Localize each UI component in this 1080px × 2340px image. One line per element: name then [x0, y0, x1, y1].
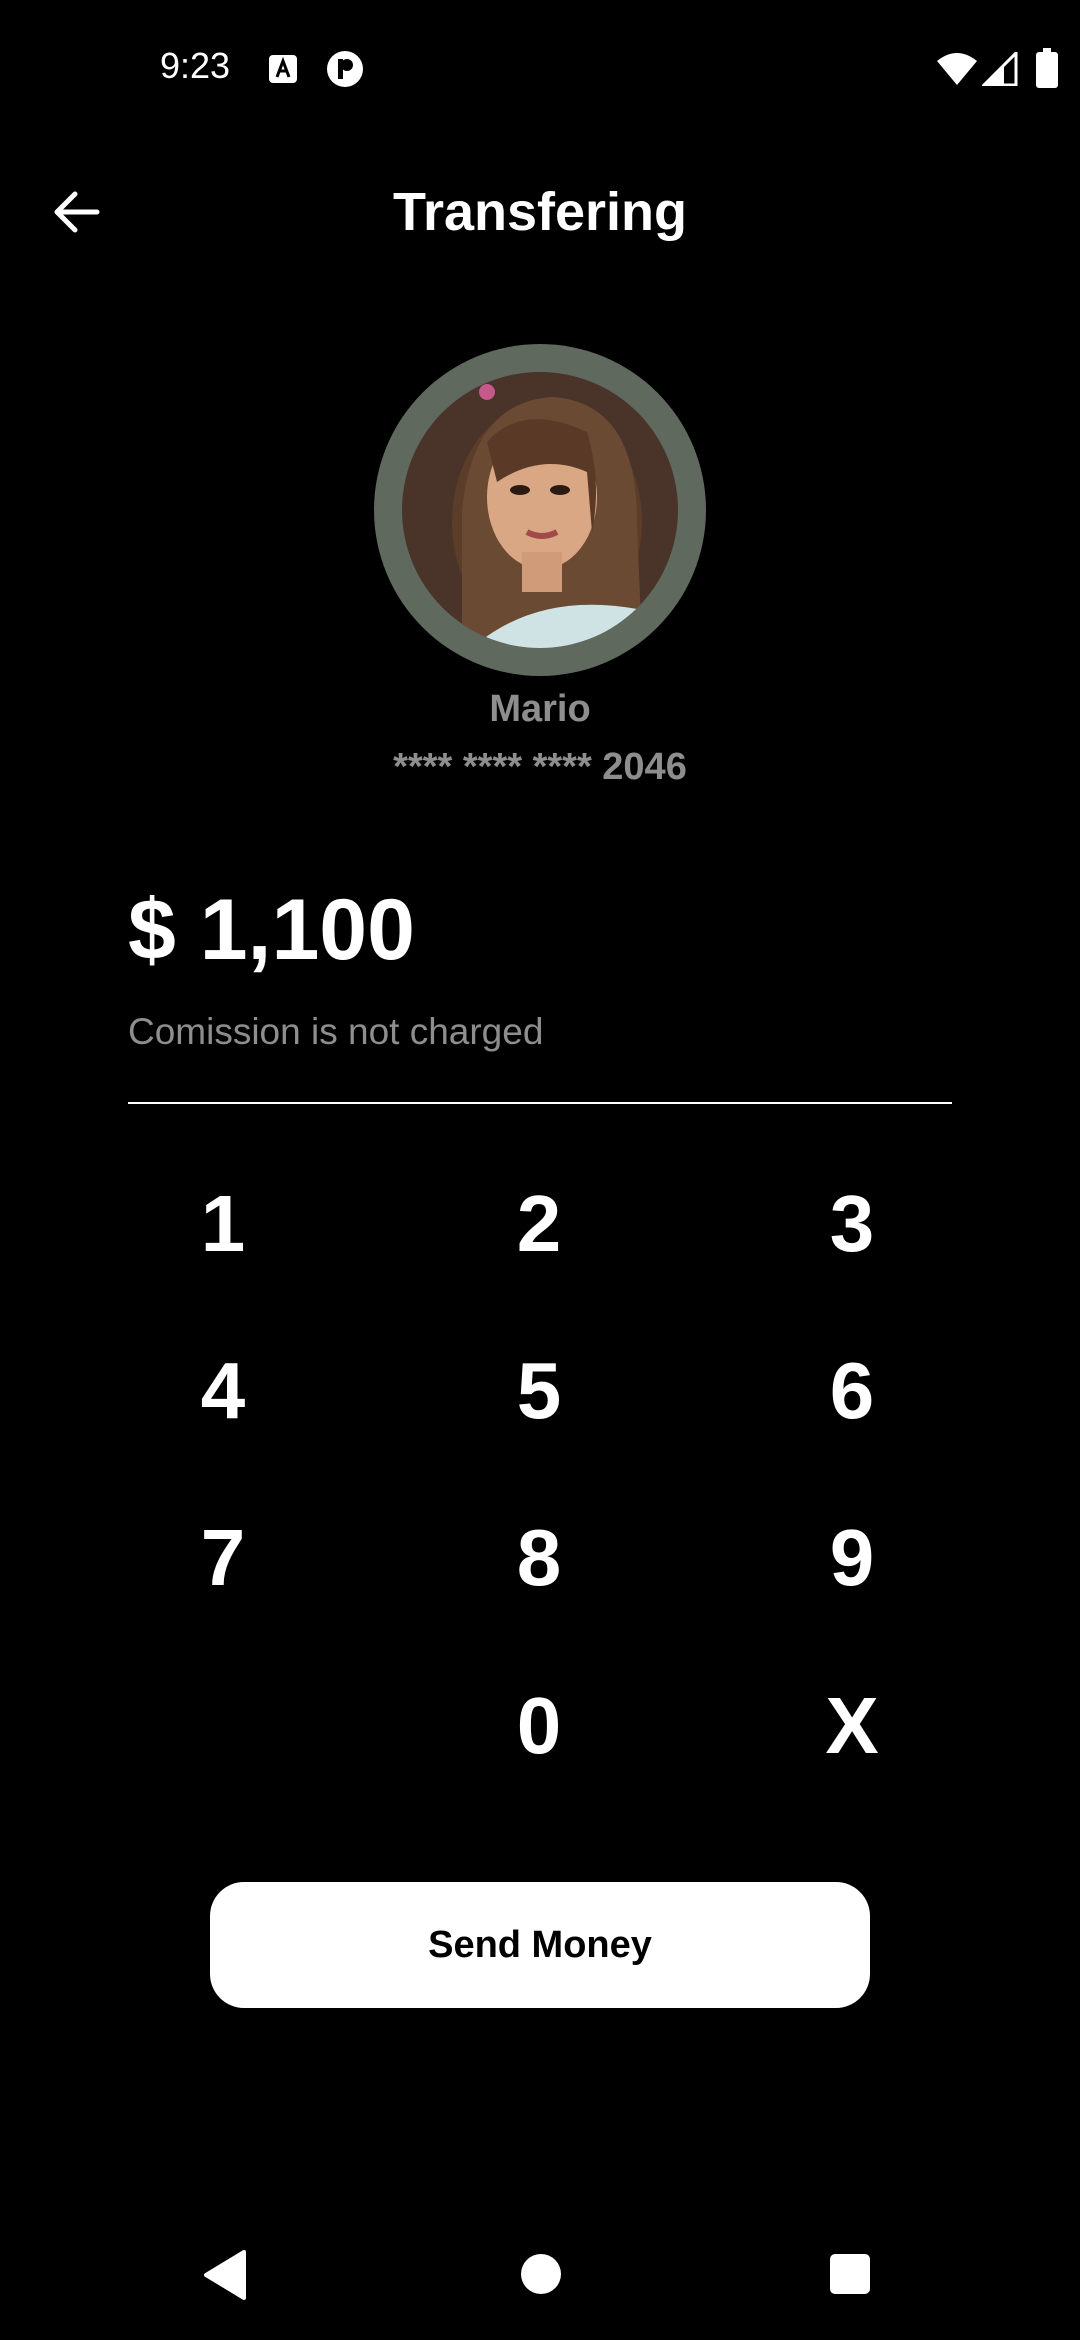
key-1[interactable]: 1 [123, 1164, 323, 1284]
key-8[interactable]: 8 [439, 1498, 639, 1618]
send-money-button[interactable]: Send Money [210, 1882, 870, 2008]
amount-display: $ 1,100 [128, 882, 415, 978]
key-5[interactable]: 5 [439, 1331, 639, 1451]
status-time: 9:23 [160, 45, 231, 86]
wifi-icon [936, 52, 978, 86]
page-title: Transfering [392, 182, 688, 242]
nav-recents-icon[interactable] [828, 2252, 872, 2296]
card-number: **** **** **** 2046 [393, 746, 687, 788]
p-app-icon [326, 50, 364, 88]
key-0[interactable]: 0 [439, 1666, 639, 1786]
key-9[interactable]: 9 [752, 1498, 952, 1618]
key-delete[interactable]: X [752, 1666, 952, 1786]
nav-home-icon[interactable] [519, 2252, 563, 2296]
key-4[interactable]: 4 [123, 1331, 323, 1451]
battery-icon [1036, 48, 1058, 88]
divider [128, 1102, 952, 1104]
key-2[interactable]: 2 [439, 1164, 639, 1284]
signal-icon [980, 49, 1018, 87]
text-a-icon [268, 54, 298, 84]
nav-back-icon[interactable] [200, 2248, 250, 2302]
key-3[interactable]: 3 [752, 1164, 952, 1284]
commission-note: Comission is not charged [128, 1011, 544, 1052]
key-7[interactable]: 7 [123, 1498, 323, 1618]
key-6[interactable]: 6 [752, 1331, 952, 1451]
avatar [402, 372, 678, 648]
recipient-name: Mario [489, 688, 591, 730]
